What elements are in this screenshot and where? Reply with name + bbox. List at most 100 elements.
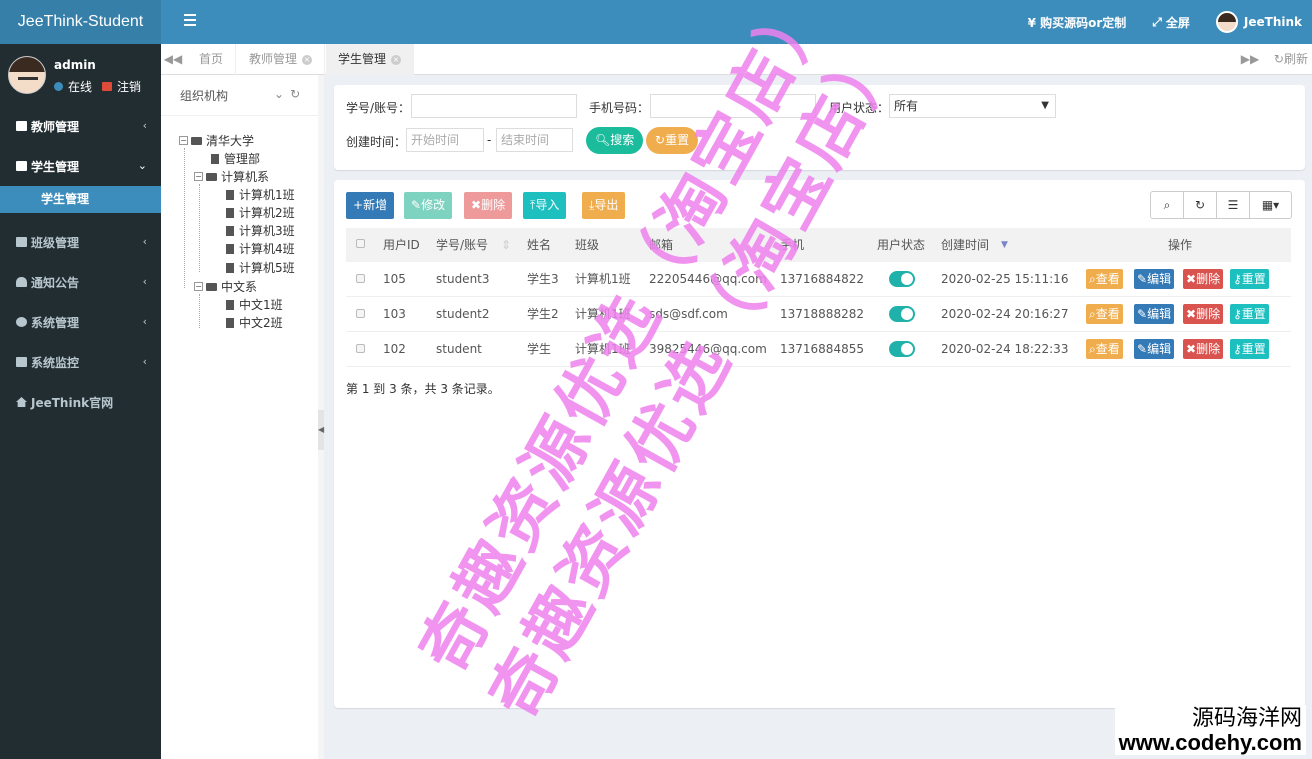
column-header[interactable]: 邮箱: [649, 228, 673, 262]
column-header[interactable]: 班级: [575, 228, 599, 262]
row-checkbox[interactable]: [356, 309, 365, 318]
sidebar-item-system[interactable]: 系统管理 ‹: [0, 302, 161, 342]
logout-link[interactable]: 注销: [117, 78, 141, 95]
tree-node[interactable]: 管理部: [211, 150, 260, 167]
status-select[interactable]: 所有 ▼: [889, 94, 1056, 118]
tree-node-root[interactable]: − 清华大学: [179, 132, 254, 149]
panel-splitter[interactable]: ◀: [318, 75, 324, 759]
column-header[interactable]: 姓名: [527, 228, 551, 262]
logout-icon[interactable]: [102, 82, 113, 91]
column-header[interactable]: 创建时间: [941, 228, 989, 262]
fullscreen-button[interactable]: ⤢ 全屏: [1152, 14, 1190, 31]
cell-email: sds@sdf.com: [649, 307, 728, 321]
sort-icon[interactable]: ⇕: [501, 228, 511, 262]
tree-node[interactable]: 计算机2班: [226, 204, 295, 221]
tab-home[interactable]: 首页: [187, 44, 237, 75]
tree-node[interactable]: 计算机5班: [226, 259, 295, 276]
delete-row-button[interactable]: ✖删除: [1183, 339, 1224, 359]
select-all-checkbox[interactable]: [356, 239, 365, 248]
delete-row-button[interactable]: ✖删除: [1183, 269, 1224, 289]
edit-button[interactable]: ✎修改: [404, 192, 453, 219]
start-time-input[interactable]: 开始时间: [406, 128, 484, 152]
tree-node[interactable]: 中文1班: [226, 296, 283, 313]
edit-row-button[interactable]: ✎编辑: [1134, 339, 1175, 359]
close-icon[interactable]: ×: [391, 54, 402, 65]
sidebar-item-monitor[interactable]: 系统监控 ‹: [0, 342, 161, 382]
search-icon[interactable]: ⌕: [1151, 192, 1184, 218]
tab-refresh-label: 刷新: [1283, 52, 1308, 66]
column-header[interactable]: 用户状态: [877, 228, 925, 262]
sidebar-subitem-student[interactable]: 学生管理: [0, 186, 161, 213]
status-toggle[interactable]: [889, 341, 915, 357]
column-header[interactable]: 手机: [780, 228, 804, 262]
sidebar-item-teacher[interactable]: 教师管理 ‹: [0, 106, 161, 146]
collapse-icon[interactable]: −: [194, 282, 203, 291]
edit-row-button[interactable]: ✎编辑: [1134, 304, 1175, 324]
add-button[interactable]: +新增: [346, 192, 395, 219]
table-row[interactable]: 105 student3 学生3 计算机1班 22205446@qq.com 1…: [346, 262, 1291, 297]
sidebar-item-label: 班级管理: [31, 235, 80, 250]
delete-row-button[interactable]: ✖删除: [1183, 304, 1224, 324]
chevron-left-icon: ‹: [142, 275, 147, 288]
column-header[interactable]: 学号/账号: [436, 228, 488, 262]
reset-button[interactable]: ↻重置: [646, 127, 699, 154]
status-toggle[interactable]: [889, 306, 915, 322]
end-time-input[interactable]: 结束时间: [496, 128, 573, 152]
phone-input[interactable]: [650, 94, 816, 118]
close-icon[interactable]: ×: [302, 54, 313, 65]
row-checkbox[interactable]: [356, 344, 365, 353]
user-menu[interactable]: JeeThink: [1215, 11, 1302, 33]
address-book-icon: [16, 161, 27, 171]
view-button[interactable]: ⌕查看: [1086, 339, 1123, 359]
search-button[interactable]: 🔍︎搜索: [586, 127, 644, 154]
reset-password-button[interactable]: ⚷重置: [1230, 339, 1269, 359]
reset-password-button[interactable]: ⚷重置: [1230, 269, 1269, 289]
tab-scroll-left-icon[interactable]: ◀◀: [161, 44, 185, 75]
view-button[interactable]: ⌕查看: [1086, 269, 1123, 289]
columns-icon[interactable]: ▦▾: [1250, 192, 1291, 218]
tree-node[interactable]: 计算机1班: [226, 186, 295, 203]
org-tree-panel: 组织机构 ⌄↻ − 清华大学 管理部 − 计算机系 计算机1班 计算机2班 计算机3…: [161, 75, 318, 759]
tree-node[interactable]: 计算机4班: [226, 240, 295, 257]
import-button[interactable]: ⤒导入: [523, 192, 567, 219]
refresh-icon[interactable]: ↻: [290, 87, 306, 101]
sidebar-item-notice[interactable]: 通知公告 ‹: [0, 262, 161, 302]
tab-refresh-button[interactable]: ↻刷新: [1274, 44, 1308, 75]
sidebar-toggle-icon[interactable]: [184, 14, 196, 26]
tab-teacher[interactable]: 教师管理 ×: [237, 44, 326, 75]
tab-student[interactable]: 学生管理 ×: [326, 44, 415, 75]
view-button[interactable]: ⌕查看: [1086, 304, 1123, 324]
chevron-down-icon[interactable]: ⌄: [274, 87, 290, 101]
collapse-icon[interactable]: −: [179, 136, 188, 145]
account-input[interactable]: [411, 94, 577, 118]
folder-open-icon: [206, 172, 217, 181]
tab-scroll-right-icon[interactable]: ▶▶: [1238, 44, 1262, 75]
table-row[interactable]: 102 student 学生 计算机1班 39825446@qq.com 137…: [346, 332, 1291, 367]
sort-desc-icon[interactable]: ▼: [1001, 228, 1008, 262]
sidebar-item-class[interactable]: 班级管理 ‹: [0, 222, 161, 262]
status-toggle[interactable]: [889, 271, 915, 287]
row-checkbox[interactable]: [356, 274, 365, 283]
table-row[interactable]: 103 student2 学生2 计算机1班 sds@sdf.com 13718…: [346, 297, 1291, 332]
app-logo[interactable]: JeeThink-Student: [0, 0, 161, 44]
export-button[interactable]: ⤓导出: [582, 192, 626, 219]
tree-node[interactable]: − 计算机系: [194, 168, 269, 185]
tree-node[interactable]: 中文2班: [226, 314, 283, 331]
list-icon[interactable]: ☰: [1217, 192, 1250, 218]
tree-node[interactable]: 计算机3班: [226, 222, 295, 239]
collapse-icon[interactable]: −: [194, 172, 203, 181]
edit-row-button[interactable]: ✎编辑: [1134, 269, 1175, 289]
reset-password-button[interactable]: ⚷重置: [1230, 304, 1269, 324]
buy-source-link[interactable]: ¥ 购买源码or定制: [1028, 14, 1127, 31]
column-header[interactable]: 用户ID: [383, 228, 420, 262]
delete-button[interactable]: ✖删除: [464, 192, 513, 219]
import-button-label: 导入: [535, 198, 560, 212]
refresh-icon[interactable]: ↻: [1184, 192, 1217, 218]
top-header: JeeThink-Student ¥ 购买源码or定制 ⤢ 全屏 JeeThink: [0, 0, 1312, 44]
sidebar-item-website[interactable]: JeeThink官网: [0, 382, 161, 422]
cell-phone: 13718888282: [780, 307, 864, 321]
plus-icon: +: [353, 198, 364, 212]
sidebar-item-student[interactable]: 学生管理 ⌄: [0, 146, 161, 186]
tree-node[interactable]: − 中文系: [194, 278, 257, 295]
collapse-left-icon[interactable]: ◀: [318, 410, 324, 450]
